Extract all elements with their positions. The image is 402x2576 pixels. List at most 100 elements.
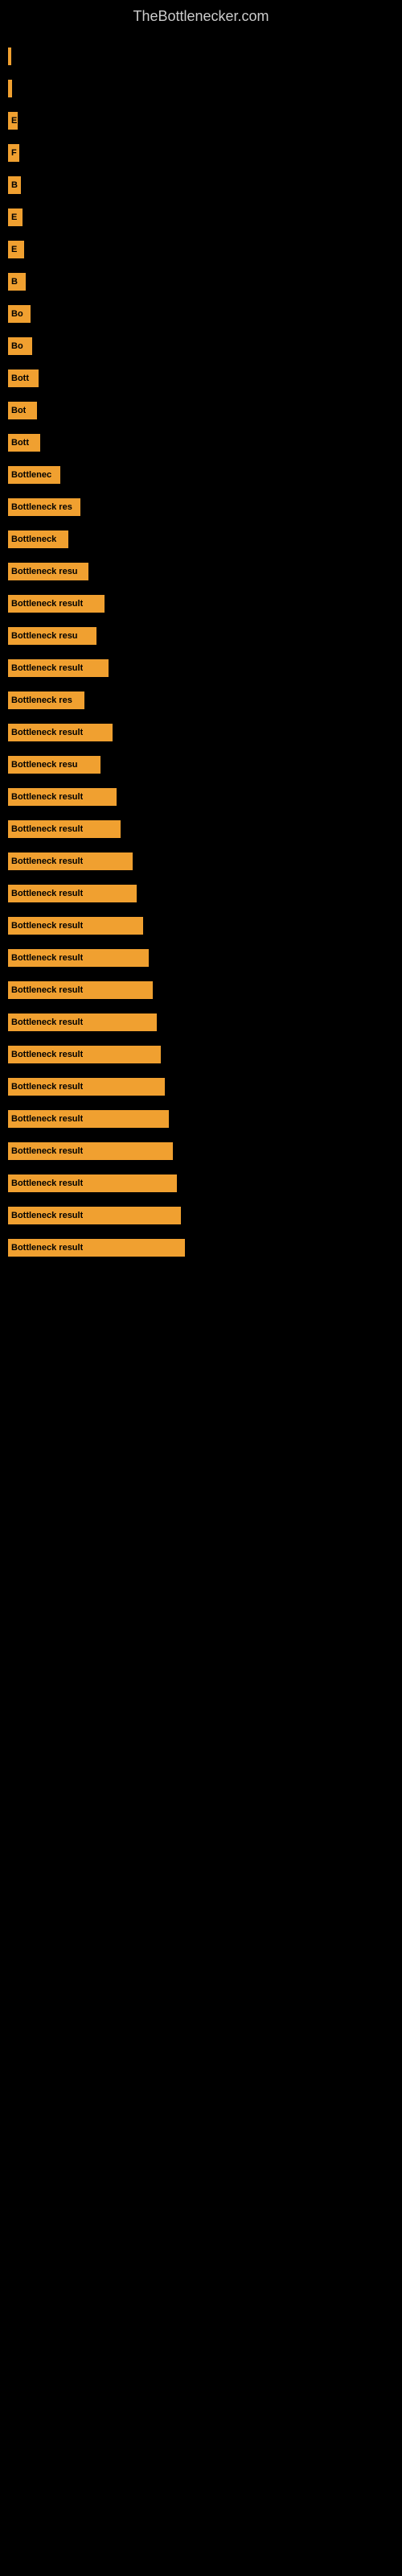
bar: Bottlenec bbox=[8, 466, 60, 484]
bar-label: B bbox=[11, 277, 18, 287]
bar-label: Bottleneck res bbox=[11, 696, 72, 705]
bar: Bottleneck res bbox=[8, 498, 80, 516]
bar: B bbox=[8, 273, 26, 291]
bar: Bottleneck result bbox=[8, 724, 113, 741]
bar: Bottleneck result bbox=[8, 1046, 161, 1063]
bar-row: Bott bbox=[8, 367, 394, 390]
bar-row: Bottleneck result bbox=[8, 1108, 394, 1130]
bar-label: Bo bbox=[11, 341, 23, 351]
bar-label: Bottleneck result bbox=[11, 857, 83, 866]
bar bbox=[8, 47, 11, 65]
bar-row: Bottleneck result bbox=[8, 721, 394, 744]
bar: Bottleneck result bbox=[8, 788, 117, 806]
bar: Bottleneck resu bbox=[8, 756, 100, 774]
bar-label: Bottleneck result bbox=[11, 1082, 83, 1092]
bar-label: Bottleneck result bbox=[11, 889, 83, 898]
bar-label: Bot bbox=[11, 406, 26, 415]
bar-label: Bottleneck result bbox=[11, 1050, 83, 1059]
bar-label: Bottleneck result bbox=[11, 985, 83, 995]
bar: Bottleneck result bbox=[8, 1239, 185, 1257]
bar: E bbox=[8, 241, 24, 258]
bar: Bottleneck result bbox=[8, 1174, 177, 1192]
bar: Bottleneck bbox=[8, 530, 68, 548]
bar: Bottleneck result bbox=[8, 917, 143, 935]
bar-row: Bottleneck result bbox=[8, 1075, 394, 1098]
bar-row: Bottleneck result bbox=[8, 1204, 394, 1227]
bar: Bottleneck result bbox=[8, 659, 109, 677]
bar-label: Bottleneck result bbox=[11, 1114, 83, 1124]
bar-row: Bottleneck result bbox=[8, 914, 394, 937]
bar: Bottleneck result bbox=[8, 595, 105, 613]
bar-row: Bottleneck resu bbox=[8, 560, 394, 583]
bar-row: Bottleneck result bbox=[8, 979, 394, 1001]
bar-label: B bbox=[11, 180, 18, 190]
bar-row: Bott bbox=[8, 431, 394, 454]
bar-row: Bottleneck res bbox=[8, 496, 394, 518]
bar: Bottleneck result bbox=[8, 1207, 181, 1224]
bar-label: F bbox=[11, 148, 17, 158]
bar-row: Bottleneck result bbox=[8, 1236, 394, 1259]
bar: Bottleneck result bbox=[8, 1142, 173, 1160]
bar: Bottleneck res bbox=[8, 691, 84, 709]
bar-row: Bottleneck result bbox=[8, 1172, 394, 1195]
bar-label: Bottleneck bbox=[11, 535, 56, 544]
bar: B bbox=[8, 176, 21, 194]
bar-label: Bottleneck resu bbox=[11, 631, 78, 641]
bar-row: Bot bbox=[8, 399, 394, 422]
bar-row: Bottleneck res bbox=[8, 689, 394, 712]
bar-row: Bottleneck bbox=[8, 528, 394, 551]
bar: Bo bbox=[8, 337, 32, 355]
bar-row: Bottlenec bbox=[8, 464, 394, 486]
bar-row: E bbox=[8, 206, 394, 229]
bar-label: Bottleneck result bbox=[11, 599, 83, 609]
bar-label: Bottleneck result bbox=[11, 1243, 83, 1253]
bar-label: Bottleneck result bbox=[11, 728, 83, 737]
bar-label: Bottleneck result bbox=[11, 792, 83, 802]
bar-label: Bott bbox=[11, 374, 29, 383]
bar: Bo bbox=[8, 305, 31, 323]
bar-row: Bottleneck result bbox=[8, 850, 394, 873]
bar-row: Bottleneck result bbox=[8, 818, 394, 840]
bar-label: Bottleneck res bbox=[11, 502, 72, 512]
bar-row: Bottleneck resu bbox=[8, 625, 394, 647]
bar-label: Bottleneck result bbox=[11, 824, 83, 834]
bar: Bottleneck result bbox=[8, 1110, 169, 1128]
bar-label: Bottleneck resu bbox=[11, 760, 78, 770]
bar-row: Bo bbox=[8, 303, 394, 325]
bar bbox=[8, 80, 12, 97]
bar: E bbox=[8, 112, 18, 130]
bar: Bottleneck result bbox=[8, 981, 153, 999]
bar: Bottleneck result bbox=[8, 852, 133, 870]
bar-row bbox=[8, 45, 394, 68]
bar-row: E bbox=[8, 238, 394, 261]
bar-label: Bottleneck result bbox=[11, 921, 83, 931]
bar-label: Bo bbox=[11, 309, 23, 319]
bar-row bbox=[8, 77, 394, 100]
bar-label: Bottleneck result bbox=[11, 1179, 83, 1188]
bar-row: Bottleneck result bbox=[8, 786, 394, 808]
bar: Bottleneck result bbox=[8, 885, 137, 902]
bar-label: E bbox=[11, 245, 17, 254]
bar: Bottleneck resu bbox=[8, 563, 88, 580]
bar-label: Bottleneck result bbox=[11, 663, 83, 673]
bar-row: B bbox=[8, 174, 394, 196]
bar-label: Bottleneck result bbox=[11, 1146, 83, 1156]
bar-row: E bbox=[8, 109, 394, 132]
bar: Bottleneck result bbox=[8, 1078, 165, 1096]
bar-row: F bbox=[8, 142, 394, 164]
bar-label: Bottleneck result bbox=[11, 1018, 83, 1027]
bar-row: Bottleneck result bbox=[8, 592, 394, 615]
bar: Bott bbox=[8, 369, 39, 387]
bar-row: Bottleneck result bbox=[8, 1140, 394, 1162]
bar-label: Bott bbox=[11, 438, 29, 448]
bar-label: E bbox=[11, 213, 17, 222]
bar: Bott bbox=[8, 434, 40, 452]
bar-label: Bottleneck result bbox=[11, 1211, 83, 1220]
bar-row: Bottleneck resu bbox=[8, 753, 394, 776]
bar: Bottleneck result bbox=[8, 1013, 157, 1031]
bars-container: E F B E E B Bo Bo Bott Bot Bott Bottlenec Bottleneck… bbox=[0, 29, 402, 1277]
bar: Bottleneck result bbox=[8, 820, 121, 838]
bar: Bottleneck resu bbox=[8, 627, 96, 645]
bar-label: Bottlenec bbox=[11, 470, 51, 480]
bar: Bottleneck result bbox=[8, 949, 149, 967]
